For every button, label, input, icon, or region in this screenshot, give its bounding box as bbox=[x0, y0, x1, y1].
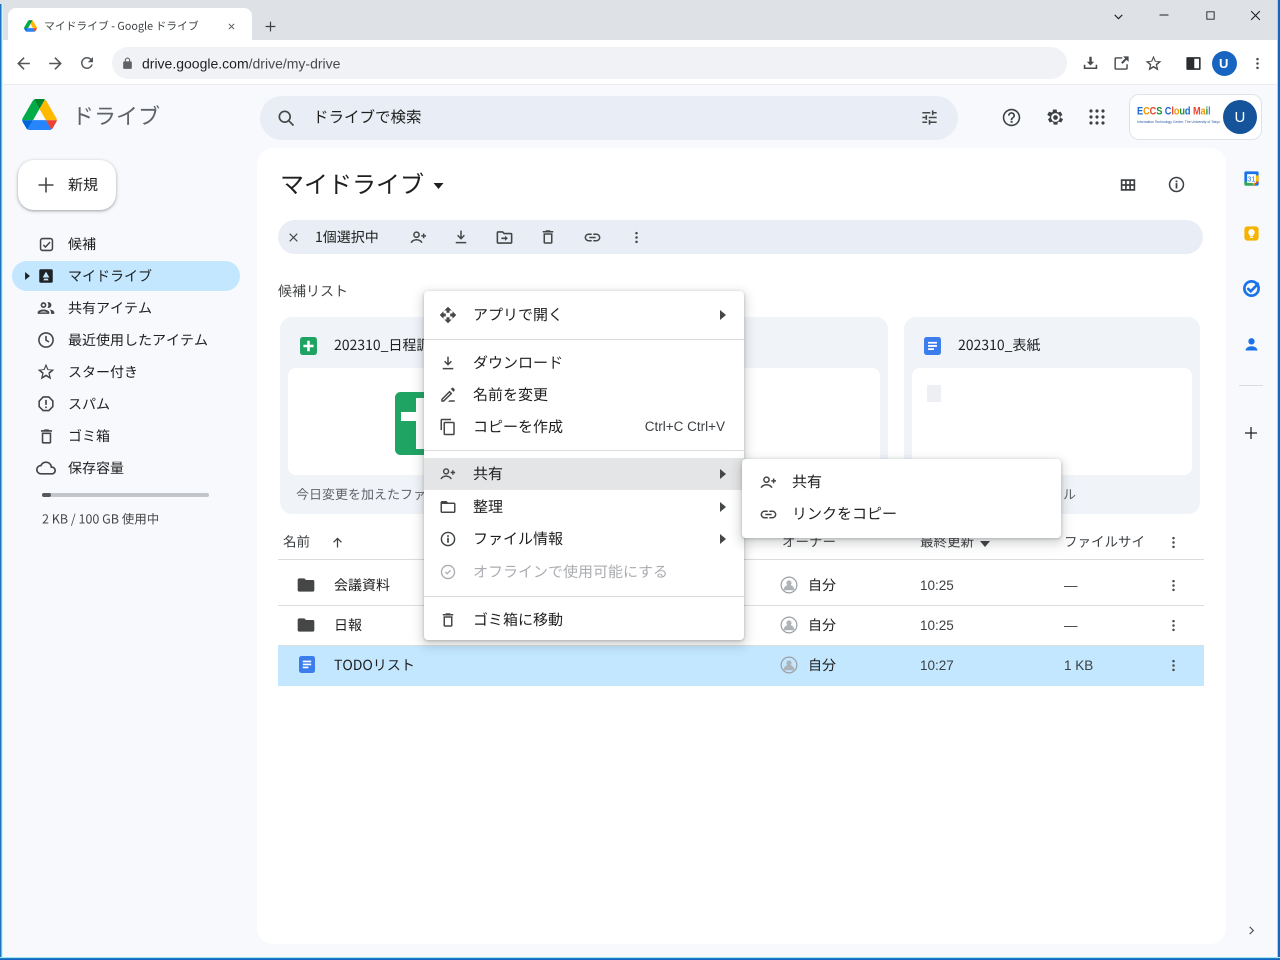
svg-text:31: 31 bbox=[1247, 175, 1255, 183]
